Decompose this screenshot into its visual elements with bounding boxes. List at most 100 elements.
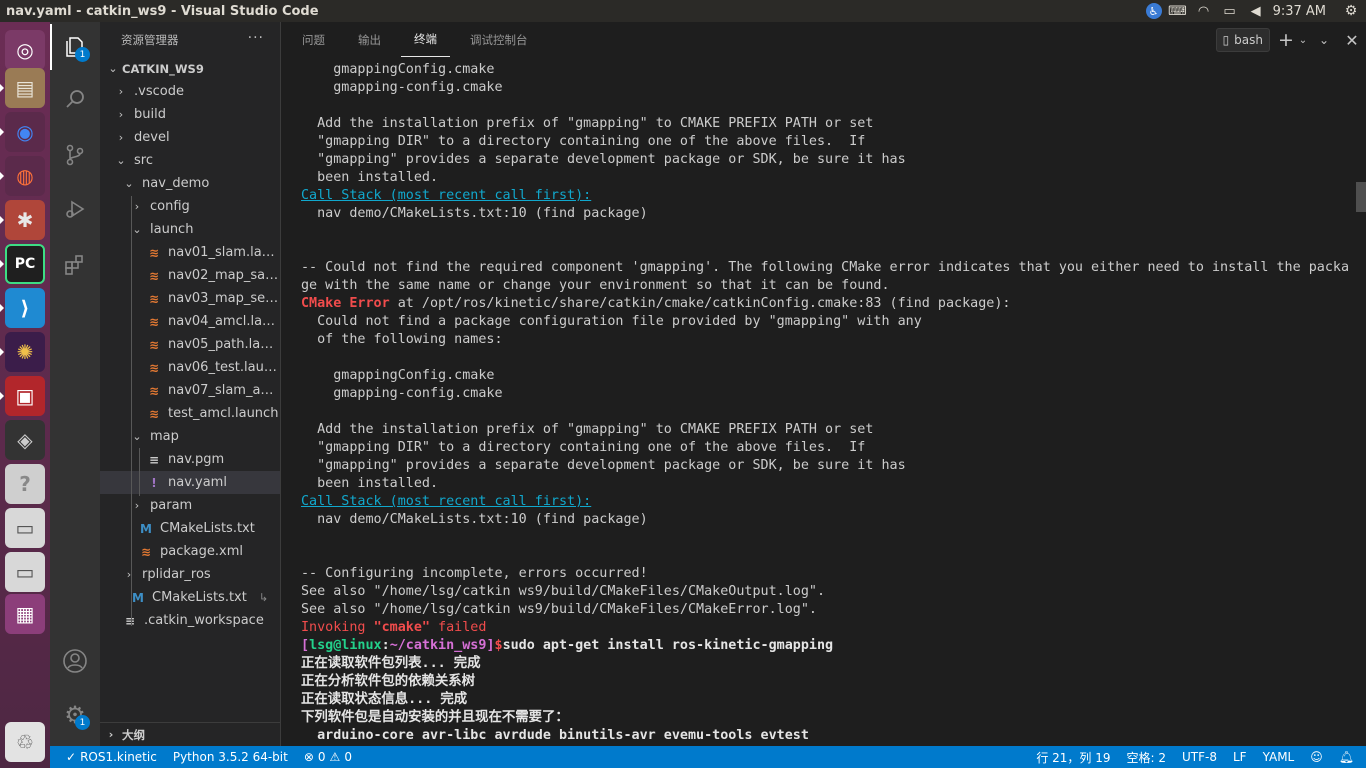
terminal-line: gmapping-config.cmake — [301, 386, 503, 401]
manage-gear-icon[interactable]: ⚙ 1 — [50, 692, 100, 738]
terminal-icon: ▯ — [1222, 33, 1230, 47]
system-settings-icon[interactable]: ✱ — [5, 200, 45, 240]
call-stack-link[interactable]: Call Stack (most recent call first): — [301, 494, 591, 509]
battery-icon[interactable]: ▭ — [1217, 0, 1243, 22]
python-interpreter[interactable]: Python 3.5.2 64-bit — [165, 746, 296, 768]
cursor-position[interactable]: 行 21，列 19 — [1028, 746, 1118, 768]
encoding[interactable]: UTF-8 — [1174, 746, 1225, 768]
tab-terminal[interactable]: 终端 — [401, 22, 450, 57]
terminal-output[interactable]: gmappingConfig.cmake gmapping-config.cma… — [301, 61, 1351, 746]
wifi-icon[interactable]: ◠ — [1191, 0, 1217, 22]
tree-item[interactable]: › rplidar_ros — [100, 563, 280, 586]
tree-item[interactable]: ≡ .catkin_workspace — [100, 609, 280, 632]
tree-item[interactable]: › build — [100, 103, 280, 126]
tab-output[interactable]: 输出 — [345, 22, 394, 57]
pycharm-icon[interactable]: PC — [5, 244, 45, 284]
tree-item[interactable]: ≋ nav04_amcl.launch — [100, 310, 280, 333]
tree-item[interactable]: › config — [100, 195, 280, 218]
maximize-panel-icon[interactable]: ⌄ — [1310, 28, 1338, 52]
tab-problems[interactable]: 问题 — [289, 22, 338, 57]
warning-icon: ⚠ — [329, 750, 341, 764]
launch-file-icon: ≋ — [148, 314, 160, 329]
feedback-icon[interactable]: ☺ — [1302, 746, 1331, 768]
tree-item[interactable]: ≋ nav02_map_sav... — [100, 264, 280, 287]
tree-item-label: CMakeLists.txt — [160, 521, 255, 536]
disk2-icon[interactable]: ▭ — [5, 552, 45, 592]
text-file-icon: ≡ — [124, 613, 136, 628]
accounts-icon[interactable] — [50, 638, 100, 684]
tree-item[interactable]: M CMakeLists.txt — [100, 517, 280, 540]
tree-item[interactable]: ≋ nav06_test.launch — [100, 356, 280, 379]
update-icon[interactable]: ◈ — [5, 420, 45, 460]
run-debug-icon[interactable] — [50, 186, 100, 232]
tree-item[interactable]: › devel — [100, 126, 280, 149]
tree-item[interactable]: ≋ package.xml — [100, 540, 280, 563]
rviz-icon[interactable]: ✺ — [5, 332, 45, 372]
new-terminal-icon[interactable]: + — [1276, 28, 1296, 52]
terminal-line: nav demo/CMakeLists.txt:10 (find package… — [301, 206, 648, 221]
keyboard-icon[interactable]: ⌨ — [1165, 0, 1191, 22]
workspace-root[interactable]: ⌄ CATKIN_WS9 — [100, 57, 280, 80]
call-stack-link[interactable]: Call Stack (most recent call first): — [301, 188, 591, 203]
workspace-switcher-icon[interactable]: ▦ — [5, 594, 45, 634]
prompt-bracket: [ — [301, 638, 310, 653]
chevron-down-icon[interactable]: ⌄ — [1296, 28, 1310, 52]
close-panel-icon[interactable]: ✕ — [1338, 28, 1366, 52]
notifications-icon[interactable]: 🔔︎ — [1331, 746, 1366, 768]
tree-item[interactable]: ⌄ launch — [100, 218, 280, 241]
firefox-icon[interactable]: ◍ — [5, 156, 45, 196]
dash-home-icon[interactable]: ◎ — [5, 30, 45, 70]
symlink-icon: ↳ — [258, 591, 269, 604]
trash-icon[interactable]: ♲ — [5, 722, 45, 762]
clock[interactable]: 9:37 AM — [1269, 4, 1336, 19]
settings-gear-icon[interactable]: ⚙ — [1336, 0, 1366, 22]
ros-status[interactable]: ✓ ROS1.kinetic — [50, 746, 165, 768]
file-manager-icon[interactable]: ▤ — [5, 68, 45, 108]
terminal-scrollbar[interactable] — [1356, 182, 1366, 212]
indentation[interactable]: 空格: 2 — [1119, 746, 1175, 768]
terminal-select[interactable]: ▯ bash — [1215, 28, 1270, 52]
system-tray: ♿ ⌨ ◠ ▭ ◀ 9:37 AM ⚙ — [1143, 0, 1366, 22]
search-icon[interactable] — [50, 76, 100, 122]
terminal-line: gmappingConfig.cmake — [301, 368, 495, 383]
tree-item[interactable]: ⌄ map — [100, 425, 280, 448]
vscode-icon[interactable]: ⟩ — [5, 288, 45, 328]
tree-item[interactable]: ≡ nav.pgm — [100, 448, 280, 471]
explorer-icon[interactable]: 1 — [50, 24, 100, 70]
disk-icon[interactable]: ▭ — [5, 508, 45, 548]
problems-status[interactable]: ⊗ 0 ⚠ 0 — [296, 746, 360, 768]
tree-item[interactable]: ≋ nav03_map_serv... — [100, 287, 280, 310]
tree-item[interactable]: ! nav.yaml — [100, 471, 280, 494]
tree-item-label: nav06_test.launch — [168, 360, 280, 375]
terminal-line: 正在读取软件包列表... 完成 — [301, 655, 1351, 673]
terminal-line: -- Could not find the required component… — [301, 260, 1350, 275]
tree-item[interactable]: ≋ nav01_slam.launch — [100, 241, 280, 264]
tree-item[interactable]: ≋ test_amcl.launch — [100, 402, 280, 425]
volume-icon[interactable]: ◀ — [1243, 0, 1269, 22]
invoking-pre: Invoking — [301, 620, 374, 635]
tree-item[interactable]: M CMakeLists.txt ↳ — [100, 586, 280, 609]
outline-section[interactable]: › 大纲 — [100, 722, 280, 746]
more-actions-icon[interactable]: ··· — [248, 30, 264, 46]
source-control-icon[interactable] — [50, 132, 100, 178]
help-icon[interactable]: ? — [5, 464, 45, 504]
tree-item[interactable]: ⌄ src — [100, 149, 280, 172]
language-mode[interactable]: YAML — [1255, 746, 1303, 768]
terminal-app-icon[interactable]: ▣ — [5, 376, 45, 416]
extensions-icon[interactable] — [50, 242, 100, 288]
cmake-file-icon: M — [140, 521, 152, 536]
tree-item[interactable]: ⌄ nav_demo — [100, 172, 280, 195]
accessibility-icon[interactable]: ♿ — [1143, 0, 1165, 22]
tree-item[interactable]: › param — [100, 494, 280, 517]
python-label: Python 3.5.2 64-bit — [172, 750, 288, 764]
tree-item[interactable]: ≋ nav07_slam_aut... — [100, 379, 280, 402]
tree-item[interactable]: ≋ nav05_path.launch — [100, 333, 280, 356]
running-indicator — [0, 348, 4, 356]
tree-item[interactable]: › .vscode — [100, 80, 280, 103]
tab-debug-console[interactable]: 调试控制台 — [457, 22, 541, 57]
tree-item-label: nav03_map_serv... — [168, 291, 280, 306]
chrome-icon[interactable]: ◉ — [5, 112, 45, 152]
end-of-line[interactable]: LF — [1225, 746, 1255, 768]
tree-item-label: devel — [134, 130, 170, 145]
